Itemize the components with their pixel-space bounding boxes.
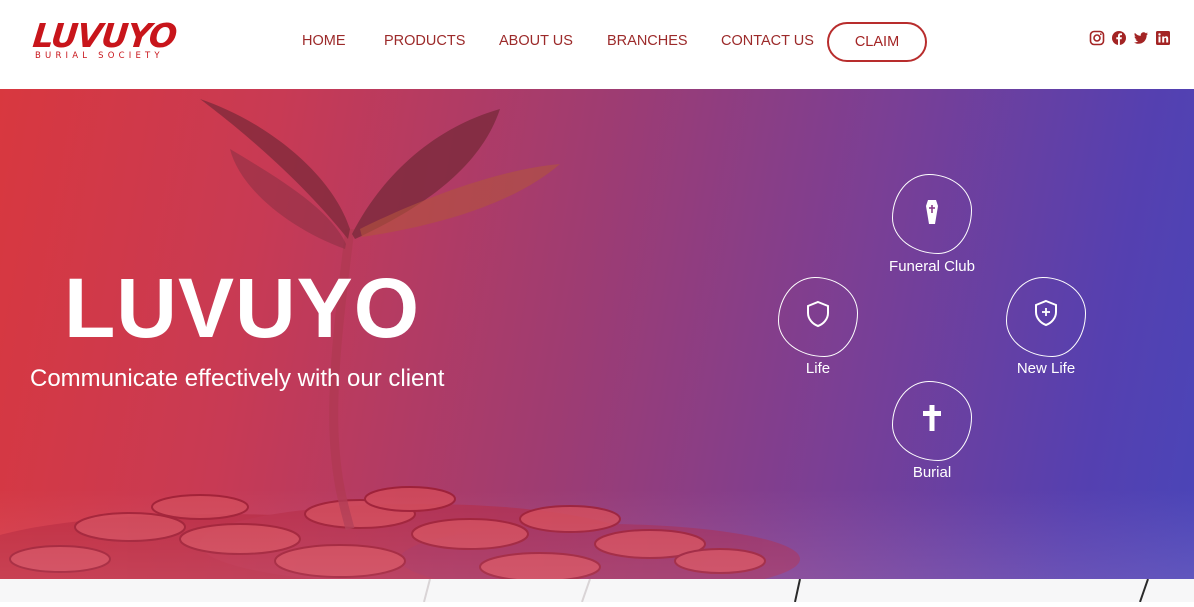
twitter-icon[interactable]: [1133, 30, 1149, 46]
coffin-icon: [917, 197, 947, 227]
hero-title: LUVUYO: [64, 261, 421, 355]
hero-subtitle: Communicate effectively with our client: [30, 365, 445, 392]
nav-item-home[interactable]: HOME: [302, 33, 346, 49]
shield-plus-icon: [1031, 298, 1061, 328]
logo-wordmark: LUVUYO: [31, 16, 179, 55]
shield-icon: [803, 299, 833, 329]
instagram-icon[interactable]: [1089, 30, 1105, 46]
nav-item-products[interactable]: PRODUCTS: [384, 33, 465, 49]
nav-item-about-us[interactable]: ABOUT US: [499, 33, 573, 49]
nav-item-contact-us[interactable]: CONTACT US: [721, 33, 814, 49]
linkedin-icon[interactable]: [1155, 30, 1171, 46]
service-label: Funeral Club: [889, 258, 975, 275]
hero-bottom-fade: [0, 489, 1194, 579]
claim-button[interactable]: CLAIM: [827, 22, 927, 62]
nav-item-branches[interactable]: BRANCHES: [607, 33, 688, 49]
facebook-icon[interactable]: [1111, 30, 1127, 46]
service-burial[interactable]: Burial: [877, 381, 987, 491]
logo[interactable]: LUVUYO BURIAL SOCIETY: [31, 16, 183, 68]
service-label: Burial: [912, 464, 952, 481]
service-label: New Life: [1016, 360, 1076, 377]
service-label: Life: [805, 360, 831, 377]
service-funeral-club[interactable]: Funeral Club: [877, 174, 987, 284]
service-life[interactable]: Life: [763, 277, 873, 387]
next-section-preview: [0, 578, 1194, 603]
site-header: LUVUYO BURIAL SOCIETY HOME PRODUCTS ABOU…: [0, 0, 1194, 89]
cross-icon: [917, 403, 947, 433]
service-new-life[interactable]: New Life: [991, 277, 1101, 387]
next-section-decoration: [423, 578, 1149, 603]
